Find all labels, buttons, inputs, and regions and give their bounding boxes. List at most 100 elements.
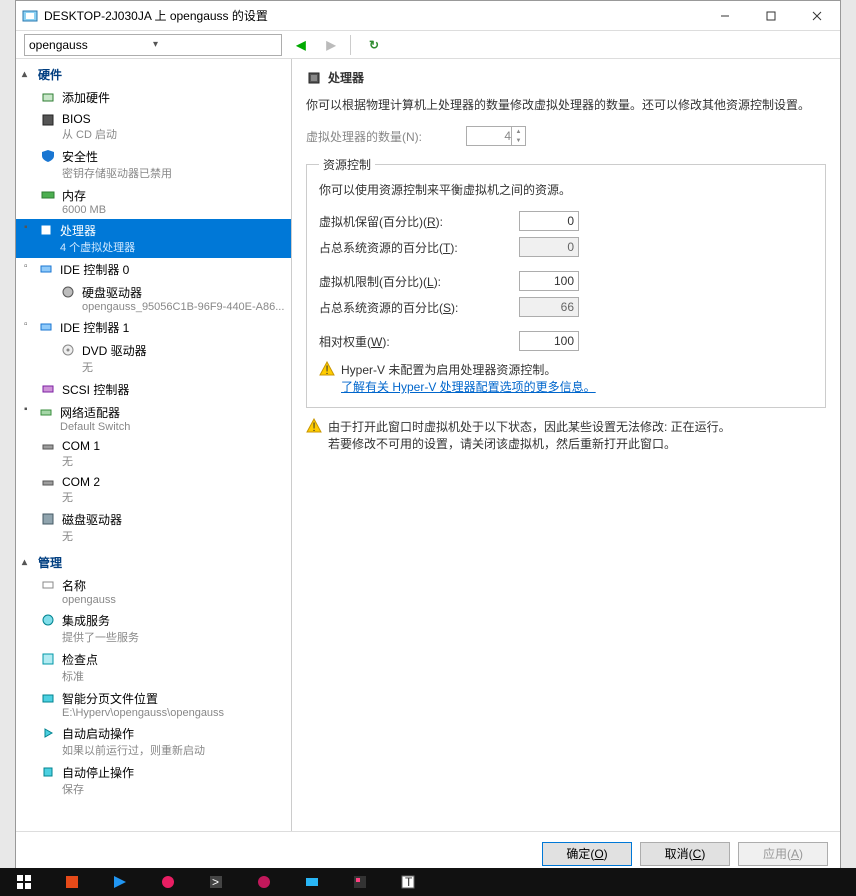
nav-forward-button[interactable]: ▶: [320, 34, 342, 56]
limit-pct-label: 占总系统资源的百分比(S):: [319, 299, 519, 316]
nav-autostop[interactable]: 自动停止操作保存: [16, 761, 291, 800]
vm-selector[interactable]: opengauss ▾: [24, 34, 282, 56]
limit-pct-value: 66: [519, 297, 579, 317]
refresh-button[interactable]: ↻: [363, 34, 385, 56]
task-vscode[interactable]: [96, 868, 144, 896]
reserve-pct-value: 0: [519, 237, 579, 257]
task-text[interactable]: T: [384, 868, 432, 896]
nav-pagefile[interactable]: 智能分页文件位置E:\Hyperv\opengauss\opengauss: [16, 687, 291, 722]
cpu-icon: [38, 222, 54, 238]
titlebar: DESKTOP-2J030JA 上 opengauss 的设置: [16, 1, 840, 31]
collapse-icon: ▴: [22, 557, 36, 568]
close-button[interactable]: [794, 1, 840, 31]
nav-autostart[interactable]: 自动启动操作如果以前运行过，则重新启动: [16, 722, 291, 761]
resource-control-group: 资源控制 你可以使用资源控制来平衡虚拟机之间的资源。 虚拟机保留(百分比)(R)…: [306, 156, 826, 408]
running-warning-1: 由于打开此窗口时虚拟机处于以下状态，因此某些设置无法修改: 正在运行。: [328, 418, 731, 435]
checkpoint-icon: [40, 651, 56, 667]
collapse-icon: ▫: [24, 261, 36, 272]
chip-icon: [40, 112, 56, 128]
weight-label: 相对权重(W):: [319, 333, 519, 350]
nav-memory[interactable]: 内存6000 MB: [16, 184, 291, 219]
reserve-label: 虚拟机保留(百分比)(R):: [319, 213, 519, 230]
nav-tree: ▴硬件 添加硬件 BIOS从 CD 启动 安全性密钥存储驱动器已禁用 内存600…: [16, 59, 292, 831]
vcpu-label: 虚拟处理器的数量(N):: [306, 128, 466, 145]
nav-scsi[interactable]: SCSI 控制器: [16, 378, 291, 401]
nav-com2[interactable]: COM 2无: [16, 472, 291, 508]
minimize-button[interactable]: [702, 1, 748, 31]
weight-input[interactable]: 100: [519, 331, 579, 351]
vcpu-value: 4: [504, 129, 511, 143]
expand-icon: ▪: [24, 222, 36, 233]
warning-icon: !: [319, 361, 335, 377]
task-app2[interactable]: [240, 868, 288, 896]
cancel-button[interactable]: 取消(C): [640, 842, 730, 866]
app-icon: [22, 8, 38, 24]
svg-text:!: !: [312, 420, 315, 434]
task-app1[interactable]: [144, 868, 192, 896]
memory-icon: [40, 187, 56, 203]
nav-integration[interactable]: 集成服务提供了一些服务: [16, 609, 291, 648]
nav-add-hardware[interactable]: 添加硬件: [16, 86, 291, 109]
limit-input[interactable]: 100: [519, 271, 579, 291]
nav-floppy[interactable]: 磁盘驱动器无: [16, 508, 291, 547]
controller-icon: [38, 319, 54, 335]
vcpu-spinner: 4 ▲▼: [466, 126, 526, 146]
nav-ide0[interactable]: ▫ IDE 控制器 0: [16, 258, 291, 281]
network-icon: [38, 404, 54, 420]
separator: [350, 35, 351, 55]
running-warning-2: 若要修改不可用的设置，请关闭该虚拟机，然后重新打开此窗口。: [328, 435, 731, 452]
toolbar: opengauss ▾ ◀ ▶ ↻: [16, 31, 840, 59]
collapse-icon: ▴: [22, 69, 36, 80]
services-icon: [40, 612, 56, 628]
nav-hdd[interactable]: 硬盘驱动器opengauss_95056C1B-96F9-440E-A86...: [16, 281, 291, 316]
group-management[interactable]: ▴管理: [16, 551, 291, 574]
warning-text: Hyper-V 未配置为启用处理器资源控制。: [341, 361, 556, 378]
nav-processor[interactable]: ▪ 处理器4 个虚拟处理器: [16, 219, 291, 258]
resctrl-legend: 资源控制: [319, 156, 375, 173]
window-title: DESKTOP-2J030JA 上 opengauss 的设置: [44, 7, 702, 24]
chevron-down-icon: ▾: [153, 39, 277, 50]
serial-icon: [40, 439, 56, 455]
scsi-icon: [40, 381, 56, 397]
svg-text:T: T: [405, 875, 413, 889]
taskbar: > T: [0, 868, 856, 896]
nav-bios[interactable]: BIOS从 CD 启动: [16, 109, 291, 145]
task-office[interactable]: [48, 868, 96, 896]
hdd-icon: [60, 284, 76, 300]
content-pane: 处理器 你可以根据物理计算机上处理器的数量修改虚拟处理器的数量。还可以修改其他资…: [292, 59, 840, 831]
folder-icon: [40, 690, 56, 706]
warning-icon: !: [306, 418, 322, 434]
nav-security[interactable]: 安全性密钥存储驱动器已禁用: [16, 145, 291, 184]
learn-more-link[interactable]: 了解有关 Hyper-V 处理器配置选项的更多信息。: [341, 378, 813, 395]
nav-com1[interactable]: COM 1无: [16, 436, 291, 472]
content-title: 处理器: [328, 69, 364, 86]
controller-icon: [38, 261, 54, 277]
group-hardware[interactable]: ▴硬件: [16, 63, 291, 86]
ok-button[interactable]: 确定(O): [542, 842, 632, 866]
tag-icon: [40, 577, 56, 593]
group-label: 硬件: [38, 66, 62, 83]
task-terminal[interactable]: >: [192, 868, 240, 896]
reserve-pct-label: 占总系统资源的百分比(T):: [319, 239, 519, 256]
nav-name[interactable]: 名称opengauss: [16, 574, 291, 609]
nav-ide1[interactable]: ▫ IDE 控制器 1: [16, 316, 291, 339]
dvd-icon: [60, 342, 76, 358]
start-button[interactable]: [0, 868, 48, 896]
maximize-button[interactable]: [748, 1, 794, 31]
nav-back-button[interactable]: ◀: [290, 34, 312, 56]
collapse-icon: ▫: [24, 319, 36, 330]
nav-network[interactable]: ▪ 网络适配器Default Switch: [16, 401, 291, 436]
nav-dvd[interactable]: DVD 驱动器无: [16, 339, 291, 378]
task-intellij[interactable]: [336, 868, 384, 896]
task-hyperv[interactable]: [288, 868, 336, 896]
spin-up: ▲: [511, 127, 525, 136]
stop-icon: [40, 764, 56, 780]
add-icon: [40, 89, 56, 105]
vm-selector-value: opengauss: [29, 38, 153, 52]
group-label: 管理: [38, 554, 62, 571]
floppy-icon: [40, 511, 56, 527]
start-icon: [40, 725, 56, 741]
reserve-input[interactable]: 0: [519, 211, 579, 231]
content-desc: 你可以根据物理计算机上处理器的数量修改虚拟处理器的数量。还可以修改其他资源控制设…: [306, 96, 826, 114]
nav-checkpoint[interactable]: 检查点标准: [16, 648, 291, 687]
